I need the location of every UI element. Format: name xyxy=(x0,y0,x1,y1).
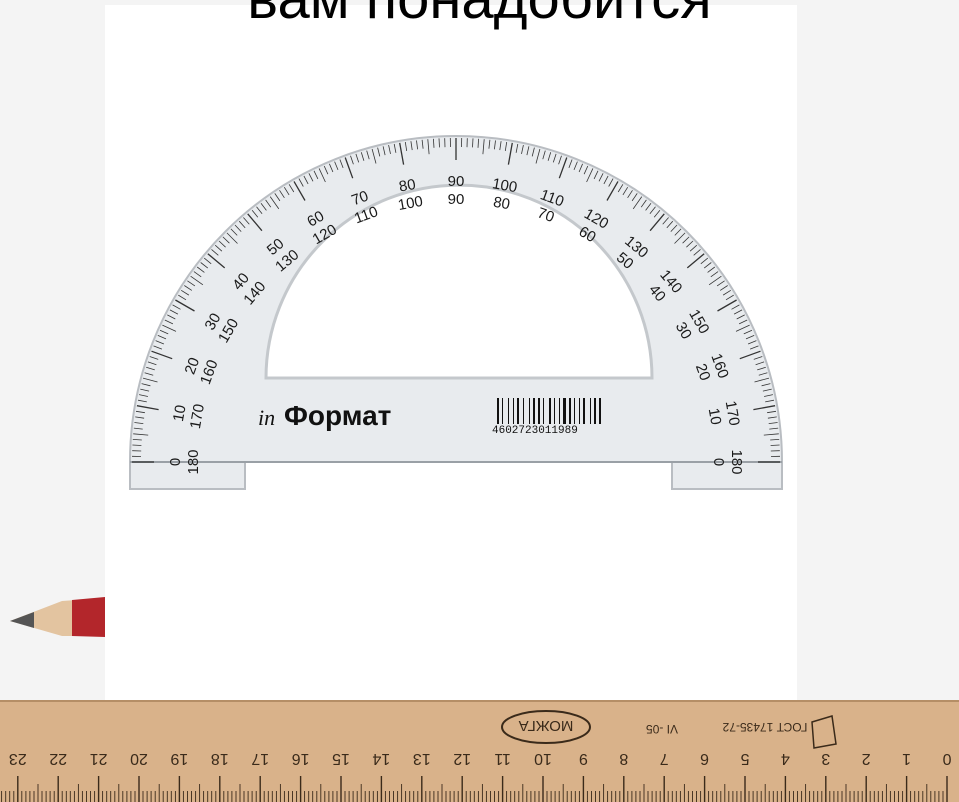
barcode-bar xyxy=(529,398,530,424)
ruler-number: 21 xyxy=(90,750,108,767)
protractor-outer-label: 90 xyxy=(448,173,465,190)
ruler-number: 11 xyxy=(494,750,511,767)
protractor-tick xyxy=(132,444,142,446)
barcode-bar xyxy=(569,398,571,424)
protractor-inner-label: 0 xyxy=(710,458,727,466)
pencil-body xyxy=(72,597,105,637)
barcode-bar xyxy=(599,398,601,424)
ruler-number: 6 xyxy=(700,750,709,767)
protractor-tick xyxy=(770,444,780,446)
protractor: 01020304050607080 90 100110120130140150160… xyxy=(129,135,783,490)
barcode-bar xyxy=(563,398,566,424)
ruler-number: 20 xyxy=(130,750,148,767)
ruler-number: 12 xyxy=(453,750,471,767)
barcode-bar xyxy=(497,398,499,424)
protractor-inner-label: 90 xyxy=(448,191,465,208)
ruler-number: 10 xyxy=(534,750,552,767)
protractor-tick xyxy=(438,138,440,148)
barcode-bar xyxy=(533,398,535,424)
ruler: 01234567891011121314151617181920212223 М… xyxy=(0,700,959,802)
barcode-bar xyxy=(549,398,551,424)
ruler-number: 17 xyxy=(251,750,269,767)
illustration: 01020304050607080 90 100110120130140150160… xyxy=(0,135,959,802)
ruler-number: 22 xyxy=(49,750,67,767)
brand-name: Формат xyxy=(284,400,391,431)
protractor-outer-label: 80 xyxy=(398,176,417,196)
barcode-bar xyxy=(583,398,585,424)
ruler-batch: VI -05 xyxy=(646,722,678,736)
protractor-outer-label: 180 xyxy=(728,449,745,474)
protractor-inner-label: 180 xyxy=(185,449,202,474)
ruler-number: 18 xyxy=(211,750,229,767)
ruler-number: 16 xyxy=(292,750,310,767)
barcode-bar xyxy=(590,398,591,424)
ruler-number: 9 xyxy=(579,750,588,767)
ruler-number: 15 xyxy=(332,750,350,767)
ruler-number: 3 xyxy=(821,750,830,767)
barcode-bar xyxy=(543,398,544,424)
barcode-bar xyxy=(508,398,509,424)
ruler-standard: ГОСТ 17435-72 xyxy=(722,720,807,734)
pencil-lead xyxy=(10,612,34,628)
ruler-number: 8 xyxy=(619,750,628,767)
protractor-inner-label: 10 xyxy=(705,407,725,426)
ruler-number: 7 xyxy=(660,750,669,767)
ruler-number: 2 xyxy=(862,750,871,767)
protractor-outer-label: 0 xyxy=(167,458,184,466)
ruler-number: 4 xyxy=(781,750,790,767)
barcode-bar xyxy=(538,398,540,424)
brand-prefix: in xyxy=(258,405,275,430)
barcode-number: 4602723011989 xyxy=(492,425,578,437)
barcode-bar xyxy=(502,398,503,424)
barcode-bar xyxy=(554,398,555,424)
ruler-number: 1 xyxy=(902,750,911,767)
protractor-inner-label: 80 xyxy=(492,194,511,214)
ruler-number: 0 xyxy=(942,750,951,767)
ruler-number: 23 xyxy=(9,750,27,767)
barcode-bar xyxy=(513,398,514,424)
barcode-bar xyxy=(559,398,560,424)
barcode-bar xyxy=(579,398,580,424)
ruler-number: 13 xyxy=(413,750,431,767)
barcode-bar xyxy=(594,398,596,424)
ruler-number: 5 xyxy=(740,750,749,767)
ruler-number: 19 xyxy=(170,750,188,767)
pencil-icon xyxy=(10,597,105,637)
ruler-maker: МОЖГА xyxy=(519,717,574,734)
barcode-bar xyxy=(574,398,575,424)
protractor-tick xyxy=(472,138,474,148)
barcode-bar xyxy=(523,398,524,424)
ruler-number: 14 xyxy=(372,750,390,767)
barcode-bar xyxy=(517,398,519,424)
protractor-outer-label: 10 xyxy=(170,404,190,423)
